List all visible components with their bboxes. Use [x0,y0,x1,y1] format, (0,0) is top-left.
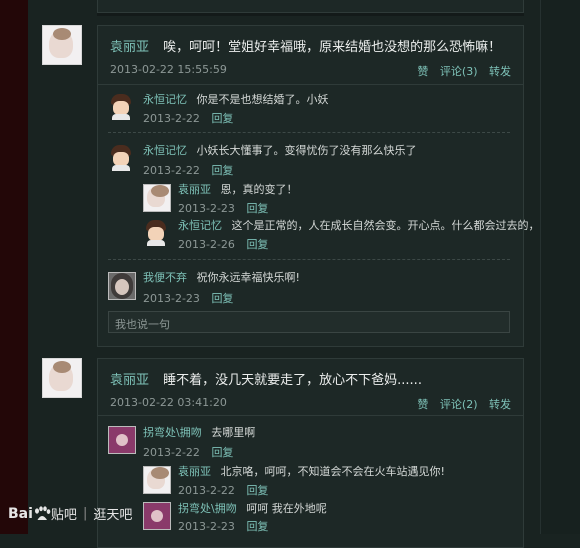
reply-meta: 2013-2-22 回复 [143,162,233,178]
reply-author-link[interactable]: 袁丽亚 [178,465,211,478]
reply-text: 北京咯，呵呵，不知道会不会在火车站遇见你! [220,465,445,478]
like-button[interactable]: 赞 [417,398,428,411]
reply-item: 永恒记忆 你是不是也想结婚了。小妖 [143,91,329,107]
post-author-link[interactable]: 袁丽亚 [110,373,149,388]
reply-text: 你是不是也想结婚了。小妖 [196,93,329,106]
post-header: 袁丽亚 唉，呵呵！堂姐好幸福哦，原来结婚也没想的那么恐怖嘛！ [110,36,501,55]
reply-text: 去哪里啊 [211,426,256,439]
avatar-guaiwanchu[interactable] [143,502,171,530]
forward-button[interactable]: 转发 [489,398,511,411]
reply-meta: 2013-2-22 回复 [178,482,268,498]
comment-input[interactable]: 我也说一句 [108,311,510,333]
reply-author-link[interactable]: 我便不弃 [143,271,187,284]
avatar-wobianbuqi[interactable] [108,272,136,300]
reply-author-link[interactable]: 永恒记忆 [143,93,187,106]
reply-meta: 2013-2-22 回复 [143,110,233,126]
baidu-tieba-watermark: Bai 贴吧 | 逛天吧 [8,504,133,524]
nested-reply-item: 拐弯处\拥吻 呵呵 我在外地呢 [178,500,327,516]
reply-date: 2013-2-26 [178,238,235,251]
watermark-divider: | [82,506,88,521]
reply-author-link[interactable]: 袁丽亚 [178,183,211,196]
post-header: 袁丽亚 睡不着，没几天就要走了，放心不下爸妈...... [110,369,422,388]
watermark-tag: 逛天吧 [93,508,133,523]
reply-item: 永恒记忆 小妖长大懂事了。变得忧伤了没有那么快乐了 [143,142,417,158]
reply-text: 恩，真的变了！ [220,183,298,196]
reply-button[interactable]: 回复 [211,446,233,459]
post-text: 唉，呵呵！堂姐好幸福哦，原来结婚也没想的那么恐怖嘛！ [163,40,502,55]
reply-divider [108,259,510,260]
reply-meta: 2013-2-22 回复 [143,444,233,460]
reply-button[interactable]: 回复 [211,164,233,177]
avatar-yuanliya-post1[interactable] [42,25,82,65]
avatar-yonghengjiyi[interactable] [108,145,134,171]
reply-text: 这个是正常的，人在成长自然会变。开心点。什么都会过去的， [231,219,540,232]
left-dark-bar [0,0,28,534]
reply-date: 2013-2-22 [143,446,200,459]
avatar-yonghengjiyi[interactable] [108,94,134,120]
forward-button[interactable]: 转发 [489,65,511,78]
reply-button[interactable]: 回复 [211,292,233,305]
reply-text: 祝你永远幸福快乐啊! [196,271,300,284]
post-separator [98,84,523,85]
reply-date: 2013-2-22 [178,484,235,497]
reply-text: 小妖长大懂事了。变得忧伤了没有那么快乐了 [196,144,417,157]
reply-button[interactable]: 回复 [246,202,268,215]
post-actions: 赞 评论(3) 转发 [409,63,511,79]
like-button[interactable]: 赞 [417,65,428,78]
reply-item: 我便不弃 祝你永远幸福快乐啊! [143,269,300,285]
right-column-stripe [540,0,580,534]
reply-divider [108,132,510,133]
reply-button[interactable]: 回复 [246,238,268,251]
reply-author-link[interactable]: 永恒记忆 [143,144,187,157]
post-author-link[interactable]: 袁丽亚 [110,40,149,55]
reply-author-link[interactable]: 拐弯处\拥吻 [178,502,237,515]
reply-meta: 2013-2-23 回复 [143,290,233,306]
reply-button[interactable]: 回复 [211,112,233,125]
paw-icon [34,505,51,520]
avatar-yonghengjiyi[interactable] [143,220,169,246]
previous-post-box [97,0,524,13]
reply-meta: 2013-2-23 回复 [178,200,268,216]
comment-button[interactable]: 评论(2) [440,398,478,411]
avatar-yuanliya-small[interactable] [143,184,171,212]
avatar-guaiwanchu[interactable] [108,426,136,454]
reply-meta: 2013-2-26 回复 [178,236,268,252]
avatar-face [49,361,73,391]
reply-date: 2013-2-22 [143,164,200,177]
comment-button[interactable]: 评论(3) [440,65,478,78]
reply-date: 2013-2-23 [143,292,200,305]
post-text: 睡不着，没几天就要走了，放心不下爸妈...... [163,373,422,388]
avatar-face [49,28,73,58]
reply-date: 2013-2-23 [178,202,235,215]
post-date: 2013-02-22 15:55:59 [110,63,227,76]
nested-reply-item: 袁丽亚 恩，真的变了！ [178,181,298,197]
reply-author-link[interactable]: 拐弯处\拥吻 [143,426,202,439]
reply-meta: 2013-2-23 回复 [178,518,268,534]
post-separator [98,415,523,416]
avatar-yuanliya-post2[interactable] [42,358,82,398]
reply-author-link[interactable]: 永恒记忆 [178,219,222,232]
reply-date: 2013-2-22 [143,112,200,125]
nested-reply-item: 永恒记忆 这个是正常的，人在成长自然会变。开心点。什么都会过去的， [178,217,540,233]
post-date: 2013-02-22 03:41:20 [110,396,227,409]
watermark-bai: Bai [8,505,33,522]
avatar-yuanliya-small[interactable] [143,466,171,494]
reply-button[interactable]: 回复 [246,484,268,497]
reply-date: 2013-2-23 [178,520,235,533]
reply-button[interactable]: 回复 [246,520,268,533]
post-actions: 赞 评论(2) 转发 [409,396,511,412]
reply-item: 拐弯处\拥吻 去哪里啊 [143,424,255,440]
watermark-tieba: 贴吧 [50,508,77,523]
reply-text: 呵呵 我在外地呢 [246,502,327,515]
nested-reply-item: 袁丽亚 北京咯，呵呵，不知道会不会在火车站遇见你! [178,463,445,479]
